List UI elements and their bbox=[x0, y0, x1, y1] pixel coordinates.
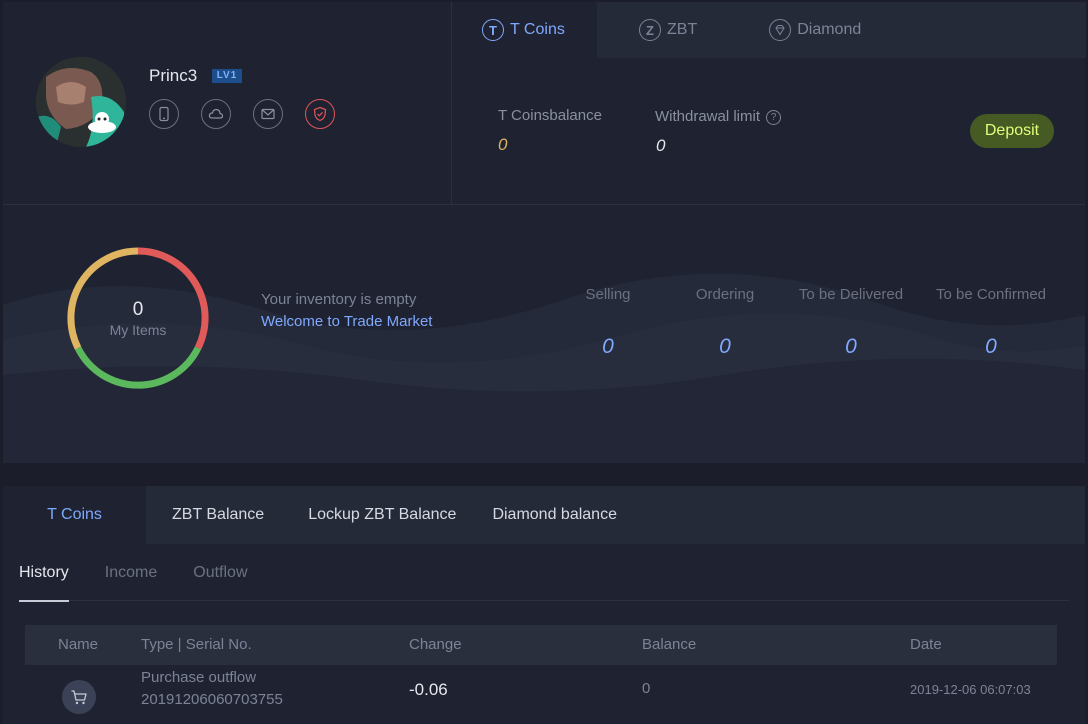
header-type-serial: Type | Serial No. bbox=[141, 636, 252, 653]
stat-label: To be Confirmed bbox=[935, 286, 1047, 303]
tab-t-coins[interactable]: T Coins bbox=[3, 486, 146, 544]
level-badge: LV1 bbox=[212, 69, 242, 83]
tab-lockup-zbt-balance[interactable]: Lockup ZBT Balance bbox=[282, 486, 474, 544]
withdrawal-limit-value: 0 bbox=[656, 136, 666, 155]
tab-diamond-balance[interactable]: Diamond balance bbox=[474, 486, 635, 544]
subtab-income[interactable]: Income bbox=[105, 544, 157, 601]
transactions-table: Name Type | Serial No. Change Balance Da… bbox=[25, 625, 1057, 724]
stat-label: Selling bbox=[585, 286, 631, 303]
deposit-button[interactable]: Deposit bbox=[970, 114, 1054, 148]
header-name: Name bbox=[58, 636, 99, 653]
row-balance: 0 bbox=[642, 680, 651, 697]
inventory-empty-text: Your inventory is empty bbox=[261, 291, 417, 308]
items-label: My Items bbox=[109, 322, 167, 338]
phone-icon[interactable] bbox=[149, 99, 179, 129]
t-coin-icon: T bbox=[482, 19, 504, 41]
cart-icon bbox=[62, 680, 96, 714]
balance-tabs: T Coins ZBT Balance Lockup ZBT Balance D… bbox=[3, 486, 1085, 544]
history-sub-tabs: History Income Outflow bbox=[19, 544, 1069, 602]
stat-to-be-confirmed[interactable]: To be Confirmed 0 bbox=[931, 286, 1051, 359]
header-change: Change bbox=[409, 636, 462, 653]
wallet-tabs: T T Coins Z ZBT Diamond bbox=[452, 2, 1086, 58]
welcome-trade-market-link[interactable]: Welcome to Trade Market bbox=[261, 313, 432, 330]
tcoins-balance-label: T Coinsbalance bbox=[498, 107, 602, 124]
stat-value: 0 bbox=[719, 335, 731, 358]
header-balance: Balance bbox=[642, 636, 697, 653]
row-type: Purchase outflow bbox=[141, 669, 257, 686]
cloud-icon[interactable] bbox=[201, 99, 231, 129]
items-count: 0 bbox=[132, 299, 144, 320]
header-date: Date bbox=[910, 636, 942, 653]
wallet-tab-diamond[interactable]: Diamond bbox=[727, 2, 891, 58]
stat-value: 0 bbox=[845, 335, 857, 358]
profile-section: Princ3 LV1 bbox=[3, 2, 451, 205]
mail-icon[interactable] bbox=[253, 99, 283, 129]
username: Princ3 bbox=[149, 66, 198, 85]
wallet-tab-zbt[interactable]: Z ZBT bbox=[597, 2, 727, 58]
stat-to-be-delivered[interactable]: To be Delivered 0 bbox=[795, 286, 907, 359]
top-panel: Princ3 LV1 T T Coins Z ZBT Diamond T Coi… bbox=[3, 2, 1086, 205]
stat-label: To be Delivered bbox=[798, 286, 904, 303]
wallet-tab-tcoins[interactable]: T T Coins bbox=[452, 2, 597, 58]
row-change: -0.06 bbox=[409, 680, 448, 699]
tab-zbt-balance[interactable]: ZBT Balance bbox=[146, 486, 282, 544]
verification-icons bbox=[149, 99, 335, 129]
table-header: Name Type | Serial No. Change Balance Da… bbox=[25, 625, 1057, 665]
avatar[interactable] bbox=[36, 57, 126, 147]
wallet-tab-label: T Coins bbox=[510, 21, 565, 38]
zbt-coin-icon: Z bbox=[639, 19, 661, 41]
help-icon[interactable]: ? bbox=[766, 109, 782, 125]
wallet-section: T T Coins Z ZBT Diamond T Coinsbalance 0… bbox=[451, 2, 1086, 205]
diamond-icon bbox=[769, 19, 792, 41]
stat-value: 0 bbox=[602, 335, 614, 358]
tcoins-balance-value: 0 bbox=[498, 135, 508, 154]
stats-panel: 0 My Items Your inventory is empty Welco… bbox=[3, 205, 1085, 463]
stat-value: 0 bbox=[985, 335, 997, 358]
subtab-outflow[interactable]: Outflow bbox=[193, 544, 247, 601]
table-row[interactable]: Purchase outflow 20191206060703755 -0.06… bbox=[25, 665, 1057, 724]
row-serial: 20191206060703755 bbox=[141, 691, 283, 708]
transactions-panel: T Coins ZBT Balance Lockup ZBT Balance D… bbox=[3, 486, 1085, 724]
wallet-tab-label: ZBT bbox=[667, 21, 698, 38]
stat-ordering[interactable]: Ordering 0 bbox=[689, 286, 761, 359]
stat-label: Ordering bbox=[695, 286, 755, 303]
stat-selling[interactable]: Selling 0 bbox=[575, 286, 641, 359]
withdrawal-limit-text: Withdrawal limit bbox=[655, 108, 761, 125]
row-date: 2019-12-06 06:07:03 bbox=[910, 682, 1031, 697]
wallet-tab-label: Diamond bbox=[797, 21, 862, 38]
withdrawal-limit-label: Withdrawal limit? bbox=[655, 108, 782, 125]
subtab-history[interactable]: History bbox=[19, 544, 69, 602]
shield-check-icon[interactable] bbox=[305, 99, 335, 129]
